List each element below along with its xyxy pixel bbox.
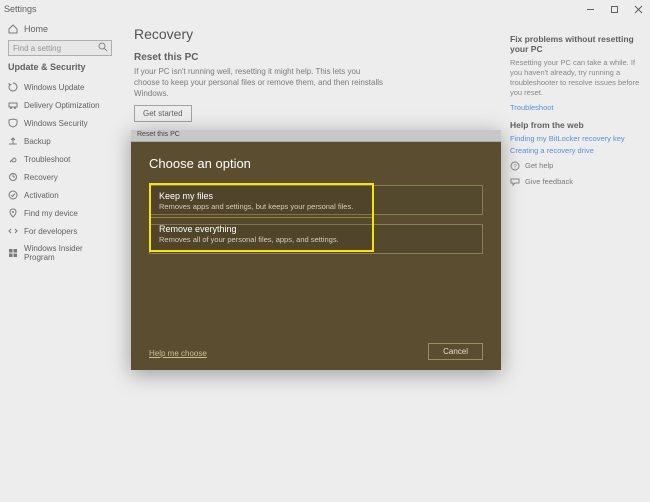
sidebar-home[interactable]: Home: [8, 24, 112, 34]
remove-everything-option[interactable]: Remove everything Removes all of your pe…: [151, 218, 372, 250]
dialog-tab-strip: Reset this PC: [131, 130, 501, 142]
right-panel: Fix problems without resetting your PC R…: [500, 18, 650, 502]
sidebar-item-label: Activation: [24, 191, 59, 200]
sidebar-item-delivery-optimization[interactable]: Delivery Optimization: [8, 96, 112, 114]
remove-everything-title: Remove everything: [159, 224, 364, 234]
sidebar-item-for-developers[interactable]: For developers: [8, 222, 112, 240]
troubleshoot-link[interactable]: Troubleshoot: [510, 103, 640, 112]
minimize-button[interactable]: [578, 0, 602, 18]
sidebar-item-label: Windows Update: [24, 83, 84, 92]
sidebar-home-label: Home: [24, 24, 48, 34]
keep-files-title: Keep my files: [159, 191, 364, 201]
sidebar-item-windows-security[interactable]: Windows Security: [8, 114, 112, 132]
window-title: Settings: [4, 4, 37, 14]
help-me-choose-link[interactable]: Help me choose: [149, 349, 207, 358]
keep-my-files-option[interactable]: Keep my files Removes apps and settings,…: [151, 185, 372, 218]
sidebar-item-label: Windows Security: [24, 119, 88, 128]
dev-icon: [8, 226, 18, 236]
sidebar-item-troubleshoot[interactable]: Troubleshoot: [8, 150, 112, 168]
close-button[interactable]: [626, 0, 650, 18]
activation-icon: [8, 190, 18, 200]
help-icon: ?: [510, 161, 520, 171]
give-feedback-label: Give feedback: [525, 177, 573, 186]
sidebar-item-label: Windows Insider Program: [24, 244, 112, 262]
search-icon: [98, 42, 109, 53]
backup-icon: [8, 136, 18, 146]
sidebar-section-header: Update & Security: [8, 62, 112, 72]
help-web-heading: Help from the web: [510, 120, 640, 130]
reset-pc-dialog: Reset this PC Choose an option Keep my f…: [131, 130, 501, 370]
bitlocker-link[interactable]: Finding my BitLocker recovery key: [510, 134, 640, 143]
shield-icon: [8, 118, 18, 128]
sidebar-item-label: Backup: [24, 137, 51, 146]
sidebar-item-label: Recovery: [24, 173, 58, 182]
insider-icon: [8, 248, 18, 258]
sidebar-item-windows-update[interactable]: Windows Update: [8, 78, 112, 96]
sidebar-item-backup[interactable]: Backup: [8, 132, 112, 150]
dialog-title: Choose an option: [149, 156, 483, 171]
search-input[interactable]: [8, 40, 112, 56]
get-help-link[interactable]: ? Get help: [510, 161, 640, 171]
sidebar-item-label: Troubleshoot: [24, 155, 70, 164]
sidebar-item-find-my-device[interactable]: Find my device: [8, 204, 112, 222]
sidebar-item-label: For developers: [24, 227, 77, 236]
fix-problems-desc: Resetting your PC can take a while. If y…: [510, 58, 640, 99]
sidebar-item-activation[interactable]: Activation: [8, 186, 112, 204]
recovery-drive-link[interactable]: Creating a recovery drive: [510, 146, 640, 155]
search-container: [8, 40, 112, 56]
reset-pc-desc: If your PC isn't running well, resetting…: [134, 67, 384, 99]
get-help-label: Get help: [525, 161, 553, 170]
find-icon: [8, 208, 18, 218]
troubleshoot-icon: [8, 154, 18, 164]
sidebar-item-recovery[interactable]: Recovery: [8, 168, 112, 186]
give-feedback-link[interactable]: Give feedback: [510, 177, 640, 187]
sidebar: Home Update & Security Windows Update Del…: [0, 18, 120, 502]
reset-pc-heading: Reset this PC: [134, 52, 486, 63]
feedback-icon: [510, 177, 520, 187]
maximize-button[interactable]: [602, 0, 626, 18]
home-icon: [8, 24, 18, 34]
get-started-button[interactable]: Get started: [134, 105, 192, 122]
remove-everything-desc: Removes all of your personal files, apps…: [159, 235, 364, 244]
sync-icon: [8, 82, 18, 92]
cancel-button[interactable]: Cancel: [428, 343, 483, 360]
page-title: Recovery: [134, 26, 486, 42]
sidebar-item-label: Delivery Optimization: [24, 101, 100, 110]
delivery-icon: [8, 100, 18, 110]
titlebar: Settings: [0, 0, 650, 18]
keep-files-desc: Removes apps and settings, but keeps you…: [159, 202, 364, 211]
fix-problems-heading: Fix problems without resetting your PC: [510, 34, 640, 54]
dialog-tab-label: Reset this PC: [137, 131, 180, 138]
sidebar-item-label: Find my device: [24, 209, 78, 218]
sidebar-item-windows-insider-program[interactable]: Windows Insider Program: [8, 240, 112, 266]
recovery-icon: [8, 172, 18, 182]
